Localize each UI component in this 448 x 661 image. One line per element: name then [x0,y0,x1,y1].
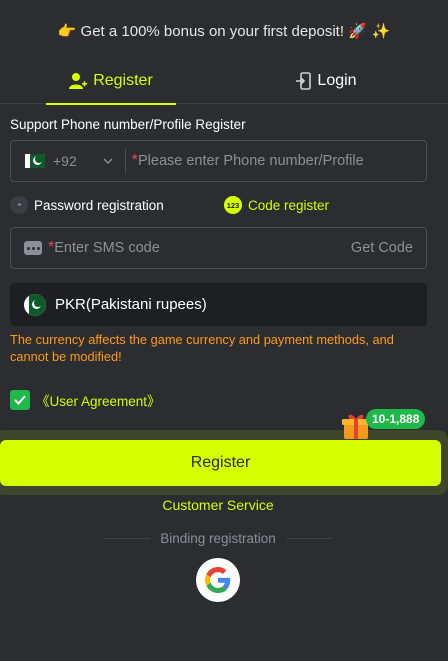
password-registration-label: Password registration [34,197,164,213]
field-divider [124,148,126,174]
currency-value: PKR(Pakistani rupees) [55,296,207,313]
number-code-icon: 123 [224,196,242,214]
agreement-row: 《User Agreement》 [10,390,161,410]
registration-modes: •• Password registration 123 Code regist… [10,192,430,218]
google-icon [205,567,231,593]
tab-login-label: Login [317,72,357,89]
promo-text: Get a 100% bonus on your first deposit! [80,22,345,40]
auth-tabs: Register Login [0,58,448,105]
tab-login[interactable]: Login [266,58,386,104]
checkmark-icon [14,395,26,405]
google-login-button[interactable] [196,558,240,602]
password-dots-icon: •• [10,196,28,214]
customer-service-link[interactable]: Customer Service [0,497,436,513]
code-register-option[interactable]: 123 Code register [224,192,329,218]
phone-field[interactable]: +92 * Please enter Phone number/Profile [10,140,427,182]
binding-registration-label: Binding registration [160,530,276,546]
binding-registration-divider: Binding registration [104,530,333,546]
currency-warning: The currency affects the game currency a… [10,332,394,364]
rocket-sparkle-icon: 🚀 ✨ [348,22,391,40]
divider-line [285,537,333,539]
tab-register-label: Register [93,72,153,89]
sms-code-field[interactable]: * Enter SMS code Get Code [10,227,427,269]
sms-message-icon [24,241,42,255]
tab-register[interactable]: Register [46,58,176,105]
user-agreement-link[interactable]: 《User Agreement》 [36,390,161,410]
register-button[interactable]: Register [0,440,441,486]
bonus-badge: 10-1,888 [366,409,426,429]
get-code-button[interactable]: Get Code [351,240,413,256]
agreement-checkbox[interactable] [10,390,30,410]
password-registration-option[interactable]: •• Password registration [10,192,164,218]
login-door-icon [296,72,312,90]
sms-code-input[interactable]: Enter SMS code [54,240,160,256]
country-code[interactable]: +92 [53,153,77,169]
add-user-icon [69,73,88,89]
promo-banner: 👉 Get a 100% bonus on your first deposit… [0,16,448,46]
phone-section-label: Support Phone number/Profile Register [10,117,246,132]
code-register-label: Code register [248,197,330,213]
divider-line [104,537,151,539]
pointing-hand-icon: 👉 [57,22,77,40]
pakistan-flag-icon [25,154,45,168]
phone-input[interactable]: Please enter Phone number/Profile [138,153,364,169]
pakistan-flag-icon [24,293,46,316]
currency-select[interactable]: PKR(Pakistani rupees) [10,283,427,326]
chevron-down-icon[interactable] [103,156,113,166]
